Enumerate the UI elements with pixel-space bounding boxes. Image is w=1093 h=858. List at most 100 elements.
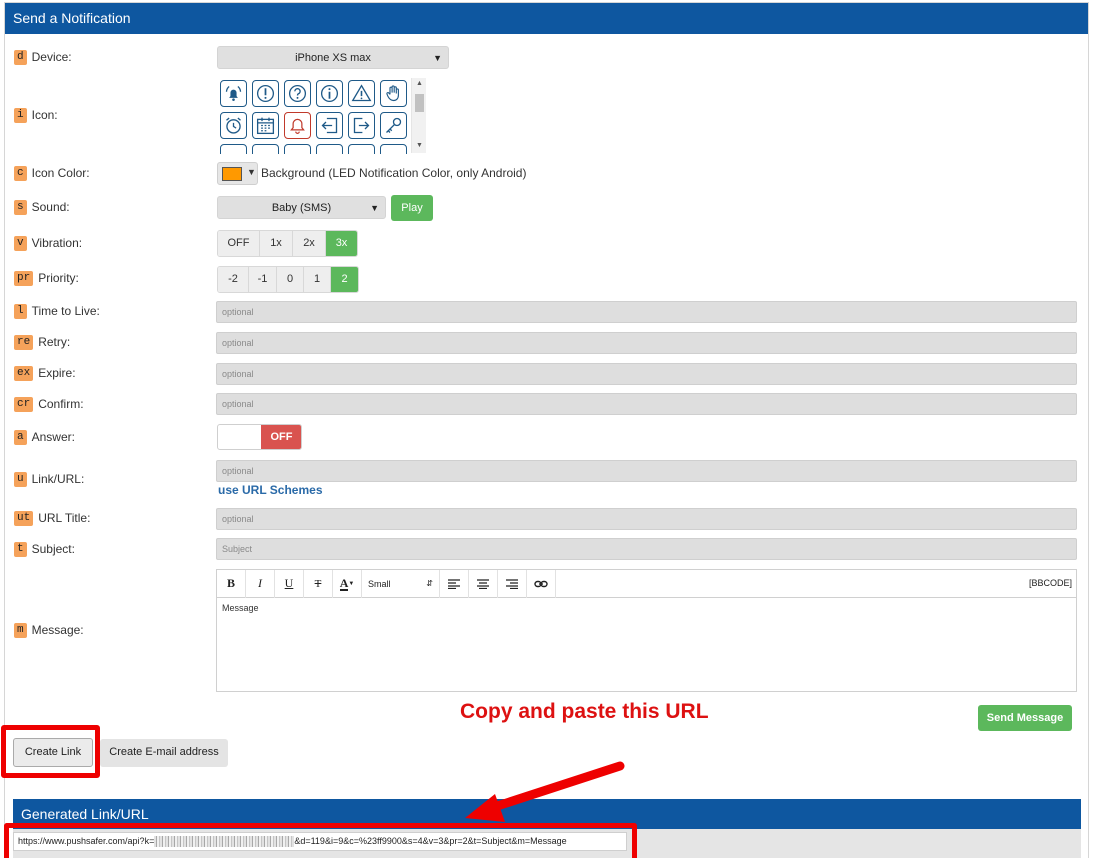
- scroll-thumb[interactable]: [415, 94, 424, 112]
- bold-icon[interactable]: B: [217, 569, 246, 598]
- icon-color-key: c: [14, 165, 27, 181]
- retry-row: re Retry:: [14, 332, 70, 352]
- subject-input[interactable]: Subject: [216, 538, 1077, 560]
- retry-key: re: [14, 334, 34, 350]
- sound-select[interactable]: Baby (SMS) ▼: [217, 196, 386, 219]
- expire-label: Expire:: [38, 366, 76, 380]
- message-row: m Message:: [14, 620, 84, 640]
- url-title-input[interactable]: optional: [216, 508, 1077, 530]
- vibration-label: Vibration:: [31, 236, 83, 250]
- subject-label: Subject:: [31, 542, 75, 556]
- vibration-off[interactable]: OFF: [218, 231, 260, 256]
- priority-row: pr Priority:: [14, 268, 79, 288]
- updown-icon: ⇵: [426, 579, 433, 588]
- bbcode-toggle[interactable]: [BBCODE]: [1029, 578, 1072, 588]
- url-highlight: [4, 823, 637, 858]
- sound-label: Sound:: [31, 200, 70, 214]
- more-icon[interactable]: [252, 144, 279, 154]
- more-icon[interactable]: [220, 144, 247, 154]
- confirm-input[interactable]: optional: [216, 393, 1077, 415]
- priority-m1[interactable]: -1: [249, 267, 277, 292]
- create-email-button[interactable]: Create E-mail address: [100, 739, 228, 767]
- priority-m2[interactable]: -2: [218, 267, 249, 292]
- icon-key: i: [14, 107, 27, 123]
- icon-row: i Icon:: [14, 105, 58, 125]
- url-schemes-link[interactable]: use URL Schemes: [218, 483, 323, 497]
- more-icon[interactable]: [348, 144, 375, 154]
- message-body[interactable]: Message: [217, 598, 1076, 618]
- create-link-button[interactable]: Create Link: [13, 738, 93, 767]
- device-label: Device:: [31, 50, 72, 64]
- strikethrough-icon[interactable]: T: [304, 569, 333, 598]
- device-select[interactable]: iPhone XS max ▼: [217, 46, 449, 69]
- icon-color-note: Background (LED Notification Color, only…: [261, 166, 527, 180]
- ttl-key: l: [14, 303, 27, 319]
- bell-icon[interactable]: [284, 112, 311, 139]
- more-icon[interactable]: [380, 144, 407, 154]
- send-message-button[interactable]: Send Message: [978, 705, 1072, 731]
- link-icon[interactable]: [527, 569, 556, 598]
- expire-input[interactable]: optional: [216, 363, 1077, 385]
- chevron-down-icon: ▼: [247, 167, 256, 177]
- hand-icon[interactable]: [380, 80, 407, 107]
- message-key: m: [14, 622, 27, 638]
- question-icon[interactable]: [284, 80, 311, 107]
- info-icon[interactable]: [316, 80, 343, 107]
- priority-0[interactable]: 0: [277, 267, 304, 292]
- icon-label: Icon:: [31, 108, 58, 122]
- priority-1[interactable]: 1: [304, 267, 331, 292]
- icon-picker[interactable]: [216, 78, 428, 154]
- retry-input[interactable]: optional: [216, 332, 1077, 354]
- icon-picker-scrollbar[interactable]: ▲ ▼: [411, 78, 426, 153]
- icon-color-label: Icon Color:: [31, 166, 90, 180]
- chevron-down-icon: ▼: [370, 203, 379, 213]
- url-title-key: ut: [14, 510, 34, 526]
- ttl-input[interactable]: optional: [216, 301, 1077, 323]
- vibration-2x[interactable]: 2x: [293, 231, 326, 256]
- scroll-down-icon[interactable]: ▼: [416, 142, 423, 149]
- exit-icon[interactable]: [348, 112, 375, 139]
- notification-panel: Send a Notification: [4, 2, 1089, 858]
- play-button[interactable]: Play: [391, 195, 433, 221]
- bell-ring-icon[interactable]: [220, 80, 247, 107]
- font-size-value: Small: [368, 578, 391, 589]
- subject-key: t: [14, 541, 27, 557]
- font-size-select[interactable]: Small ⇵: [362, 569, 440, 598]
- warning-icon[interactable]: [348, 80, 375, 107]
- align-right-icon[interactable]: [498, 569, 527, 598]
- answer-label: Answer:: [31, 430, 75, 444]
- message-editor[interactable]: B I U T A ▼ Small ⇵ [BBCODE] Message: [216, 569, 1077, 692]
- align-center-icon[interactable]: [469, 569, 498, 598]
- priority-group[interactable]: -2 -1 0 1 2: [217, 266, 359, 293]
- priority-2[interactable]: 2: [331, 267, 358, 292]
- arrow-left-icon[interactable]: [316, 112, 343, 139]
- key-icon[interactable]: [380, 112, 407, 139]
- subject-row: t Subject:: [14, 539, 75, 559]
- align-left-icon[interactable]: [440, 569, 469, 598]
- answer-key: a: [14, 429, 27, 445]
- more-icon[interactable]: [284, 144, 311, 154]
- more-icon[interactable]: [316, 144, 343, 154]
- sound-value: Baby (SMS): [271, 201, 332, 214]
- url-input[interactable]: optional: [216, 460, 1077, 482]
- calendar-icon[interactable]: [252, 112, 279, 139]
- scroll-up-icon[interactable]: ▲: [416, 80, 423, 87]
- underline-icon[interactable]: U: [275, 569, 304, 598]
- vibration-3x[interactable]: 3x: [326, 231, 357, 256]
- italic-icon[interactable]: I: [246, 569, 275, 598]
- answer-row: a Answer:: [14, 427, 75, 447]
- url-label: Link/URL:: [31, 472, 85, 486]
- exclamation-icon[interactable]: [252, 80, 279, 107]
- text-color-icon[interactable]: A ▼: [333, 569, 362, 598]
- vibration-group[interactable]: OFF 1x 2x 3x: [217, 230, 358, 257]
- answer-toggle[interactable]: OFF: [217, 424, 302, 450]
- editor-toolbar: B I U T A ▼ Small ⇵ [BBCODE]: [217, 569, 1076, 598]
- url-key: u: [14, 471, 27, 487]
- priority-label: Priority:: [38, 271, 79, 285]
- sound-key: s: [14, 199, 27, 215]
- alarm-clock-icon[interactable]: [220, 112, 247, 139]
- color-picker[interactable]: ▼: [217, 162, 258, 185]
- expire-key: ex: [14, 365, 34, 381]
- vibration-row: v Vibration:: [14, 233, 82, 253]
- vibration-1x[interactable]: 1x: [260, 231, 293, 256]
